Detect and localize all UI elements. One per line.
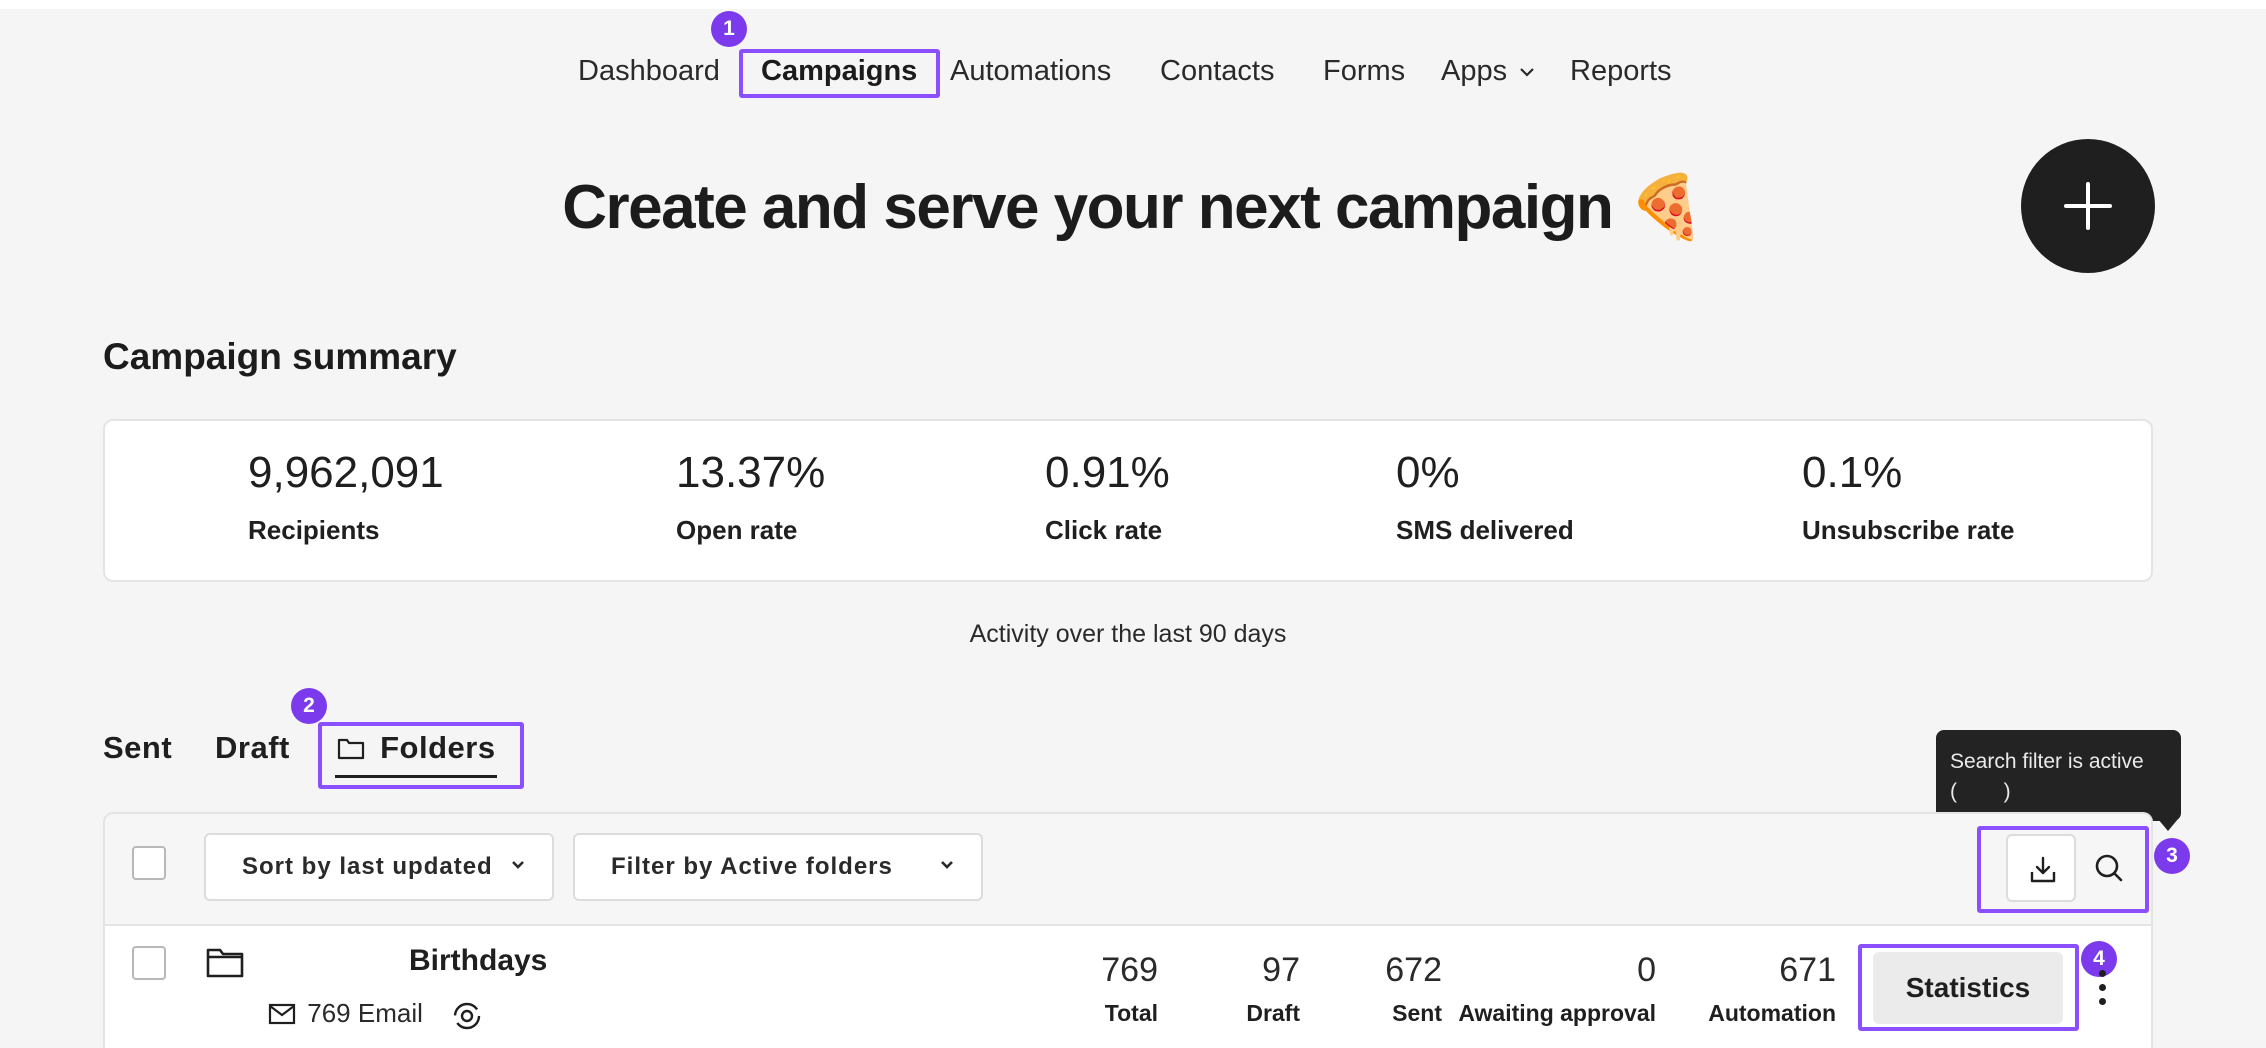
more-options-icon[interactable] xyxy=(2093,970,2111,1014)
stat-value: 0 xyxy=(1637,951,1656,989)
plus-icon xyxy=(2064,182,2112,230)
stat-value: 671 xyxy=(1779,951,1836,989)
tooltip-line-2: ( ) xyxy=(1950,780,2011,803)
folder-email-count: 769 Email xyxy=(268,998,423,1029)
sort-dropdown[interactable]: Sort by last updated xyxy=(204,833,554,901)
tab-sent[interactable]: Sent xyxy=(103,730,172,766)
stat-automation: 671 Automation xyxy=(1708,950,1836,1027)
sort-dropdown-label: Sort by last updated xyxy=(242,853,493,880)
stat-sent: 672 Sent xyxy=(1385,950,1442,1027)
marker-badge-3: 3 xyxy=(2154,838,2190,874)
marker-badge-1: 1 xyxy=(711,11,747,47)
activity-note: Activity over the last 90 days xyxy=(969,620,1287,648)
tooltip-arrow xyxy=(2158,819,2178,831)
sync-icon xyxy=(453,1002,481,1030)
search-button[interactable] xyxy=(2093,852,2125,889)
stat-value: 672 xyxy=(1385,951,1442,989)
filter-dropdown-label: Filter by Active folders xyxy=(611,853,893,880)
tab-folders[interactable]: Folders xyxy=(337,730,496,766)
export-button[interactable] xyxy=(2006,834,2076,902)
nav-apps[interactable]: Apps xyxy=(1441,52,1535,90)
metric-label: Recipients xyxy=(248,515,380,545)
metric-unsubscribe-rate: 0.1% Unsubscribe rate xyxy=(1802,445,2014,546)
filter-dropdown[interactable]: Filter by Active folders xyxy=(573,833,983,901)
stat-label: Sent xyxy=(1392,1000,1442,1026)
marker-badge-2: 2 xyxy=(291,688,327,724)
search-filter-tooltip: Search filter is active ( ) xyxy=(1936,730,2181,821)
select-all-checkbox[interactable] xyxy=(132,846,166,880)
section-title: Campaign summary xyxy=(103,336,457,377)
stat-total: 769 Total xyxy=(1101,950,1158,1027)
stat-awaiting-approval: 0 Awaiting approval xyxy=(1458,950,1656,1027)
metric-value: 9,962,091 xyxy=(248,448,444,497)
download-icon xyxy=(2030,856,2056,883)
metric-label: Click rate xyxy=(1045,515,1163,545)
statistics-button[interactable]: Statistics xyxy=(1873,952,2063,1024)
folder-icon xyxy=(206,948,244,978)
email-count-value: 769 xyxy=(307,998,351,1028)
search-icon xyxy=(2095,854,2123,882)
page-title-text: Create and serve your next campaign xyxy=(562,173,1614,242)
create-campaign-button[interactable] xyxy=(2021,139,2155,273)
folder-name[interactable]: Birthdays xyxy=(409,944,547,978)
folder-icon xyxy=(337,738,365,760)
summary-card: 9,962,091 Recipients 13.37% Open rate 0.… xyxy=(103,419,2153,582)
nav-automations[interactable]: Automations xyxy=(950,52,1111,90)
metric-value: 0.1% xyxy=(1802,448,1903,497)
nav-reports[interactable]: Reports xyxy=(1570,52,1672,90)
metric-click-rate: 0.91% Click rate xyxy=(1045,445,1170,546)
nav-forms[interactable]: Forms xyxy=(1323,52,1405,90)
tab-folders-label: Folders xyxy=(380,730,496,765)
metric-value: 0.91% xyxy=(1045,448,1170,497)
chevron-down-icon xyxy=(1520,68,1534,77)
metric-label: SMS delivered xyxy=(1396,515,1574,545)
nav-contacts[interactable]: Contacts xyxy=(1160,52,1274,90)
nav-dashboard[interactable]: Dashboard xyxy=(578,52,720,90)
tab-draft[interactable]: Draft xyxy=(215,730,290,766)
nav-campaigns[interactable]: Campaigns xyxy=(761,52,917,90)
stat-draft: 97 Draft xyxy=(1246,950,1300,1027)
mail-icon xyxy=(268,1003,296,1025)
metric-value: 0% xyxy=(1396,448,1460,497)
chevron-down-icon xyxy=(512,861,524,869)
stat-label: Automation xyxy=(1708,1000,1836,1026)
metric-value: 13.37% xyxy=(676,448,826,497)
page-title: Create and serve your next campaign 🍕 xyxy=(0,168,2266,248)
pizza-emoji: 🍕 xyxy=(1628,173,1705,242)
nav-apps-label: Apps xyxy=(1441,55,1508,87)
metric-open-rate: 13.37% Open rate xyxy=(676,445,825,546)
stat-label: Draft xyxy=(1246,1000,1300,1026)
stat-label: Total xyxy=(1104,1000,1158,1026)
row-checkbox[interactable] xyxy=(132,946,166,980)
tooltip-line-1: Search filter is active xyxy=(1950,750,2144,773)
metric-label: Open rate xyxy=(676,515,798,545)
metric-sms-delivered: 0% SMS delivered xyxy=(1396,445,1574,546)
stat-value: 769 xyxy=(1101,951,1158,989)
chevron-down-icon xyxy=(941,861,953,869)
metric-label: Unsubscribe rate xyxy=(1802,515,2015,545)
stat-label: Awaiting approval xyxy=(1458,1000,1656,1026)
email-count-type: Email xyxy=(357,998,423,1028)
stat-value: 97 xyxy=(1262,951,1300,989)
active-tab-underline xyxy=(335,775,497,778)
metric-recipients: 9,962,091 Recipients xyxy=(248,445,444,546)
